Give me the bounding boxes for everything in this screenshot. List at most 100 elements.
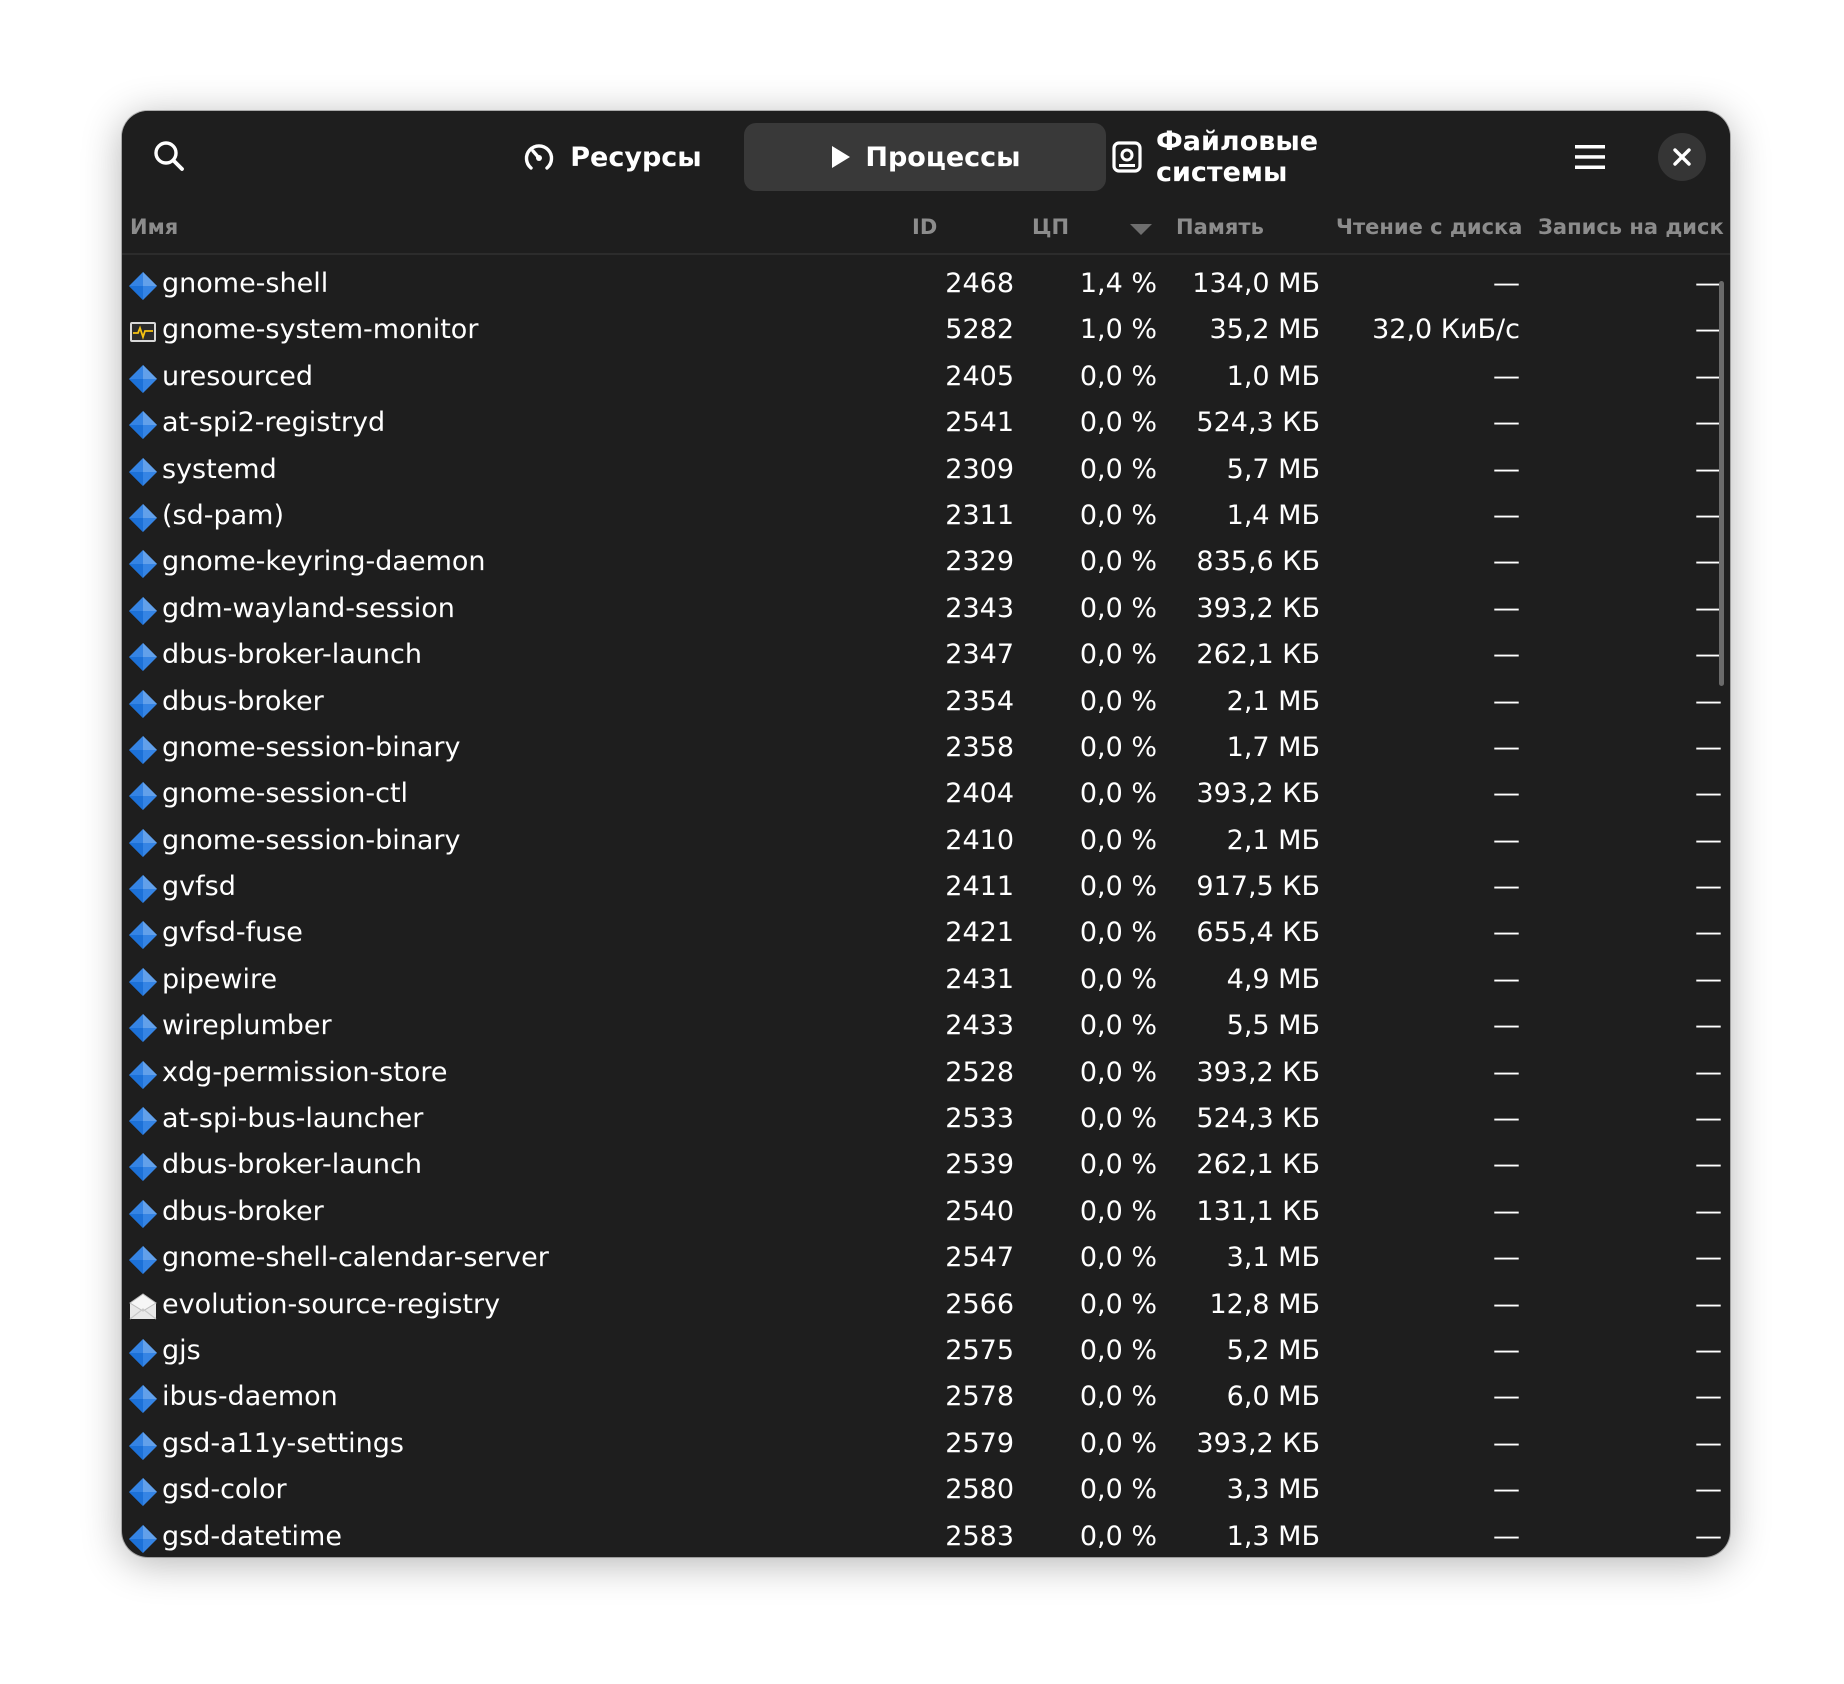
process-id: 2405 [945,360,1014,392]
app-generic-icon [129,272,157,300]
process-disk-write: — [1695,499,1722,531]
header-bar: Ресурсы Процессы Файловые системы [122,111,1730,203]
process-memory: 393,2 КБ [1196,592,1320,624]
table-row[interactable]: evolution-source-registry 2566 0,0 % 12,8 М… [122,1284,1730,1330]
process-name: gnome-session-binary [162,824,461,856]
table-row[interactable]: gjs 2575 0,0 % 5,2 МБ — — [122,1330,1730,1376]
table-row[interactable]: gnome-session-ctl 2404 0,0 % 393,2 КБ — — [122,773,1730,819]
process-disk-read: — [1493,453,1520,485]
process-name: gjs [162,1334,201,1366]
process-id: 2468 [945,268,1014,299]
table-row[interactable]: dbus-broker-launch 2539 0,0 % 262,1 КБ — — [122,1144,1730,1190]
app-generic-icon [129,550,157,579]
play-icon [829,145,851,169]
table-row[interactable]: pipewire 2431 0,0 % 4,9 МБ — — [122,959,1730,1005]
column-header-name[interactable]: Имя [130,215,178,239]
main-menu-button[interactable] [1562,129,1618,185]
process-memory: 35,2 МБ [1209,314,1320,346]
sort-descending-icon [1130,224,1152,235]
process-disk-write: — [1695,731,1722,763]
process-memory: 5,7 МБ [1226,453,1320,485]
process-memory: 6,0 МБ [1226,1381,1320,1413]
table-row[interactable]: gsd-datetime 2583 0,0 % 1,3 МБ — — [122,1516,1730,1557]
process-id: 2566 [945,1288,1014,1320]
process-id: 2533 [945,1103,1014,1135]
table-row[interactable]: gnome-session-binary 2358 0,0 % 1,7 МБ — — [122,727,1730,773]
table-row[interactable]: wireplumber 2433 0,0 % 5,5 МБ — — [122,1005,1730,1051]
table-row[interactable]: at-spi-bus-launcher 2533 0,0 % 524,3 КБ — — [122,1098,1730,1144]
app-generic-icon [129,503,157,532]
process-cpu: 0,0 % [1079,824,1157,856]
table-row[interactable]: uresourced 2405 0,0 % 1,0 МБ — — [122,356,1730,402]
process-id: 2431 [945,963,1014,995]
close-button[interactable] [1658,133,1706,181]
process-name: dbus-broker [162,685,324,717]
app-generic-icon [129,735,157,764]
process-name: gvfsd-fuse [162,917,303,949]
process-cpu: 0,0 % [1079,1242,1157,1274]
process-cpu: 0,0 % [1079,1103,1157,1135]
process-id: 2579 [945,1427,1014,1459]
table-row[interactable]: gdm-wayland-session 2343 0,0 % 393,2 КБ — — [122,588,1730,634]
process-disk-read: 32,0 КиБ/с [1372,314,1520,346]
column-header-disk-read[interactable]: Чтение с диска [1336,215,1522,239]
process-cpu: 0,0 % [1079,778,1157,810]
table-row[interactable]: at-spi2-registryd 2541 0,0 % 524,3 КБ — — [122,402,1730,448]
table-row[interactable]: systemd 2309 0,0 % 5,7 МБ — — [122,449,1730,495]
table-row[interactable]: dbus-broker-launch 2347 0,0 % 262,1 КБ — — [122,634,1730,680]
process-id: 2354 [945,685,1014,717]
table-row[interactable]: (sd-pam) 2311 0,0 % 1,4 МБ — — [122,495,1730,541]
table-row[interactable]: gvfsd 2411 0,0 % 917,5 КБ — — [122,866,1730,912]
table-row[interactable]: gsd-color 2580 0,0 % 3,3 МБ — — [122,1469,1730,1515]
process-name: wireplumber [162,1010,332,1042]
process-id: 2309 [945,453,1014,485]
process-cpu: 0,0 % [1079,1474,1157,1506]
column-header-id[interactable]: ID [912,215,937,239]
table-row[interactable]: xdg-permission-store 2528 0,0 % 393,2 КБ — — [122,1052,1730,1098]
table-row[interactable]: gnome-shell 2468 1,4 % 134,0 МБ — — [122,263,1730,309]
tab-resources[interactable]: Ресурсы [462,123,762,191]
process-cpu: 0,0 % [1079,1520,1157,1552]
app-generic-icon [129,1524,157,1553]
table-row[interactable]: gsd-a11y-settings 2579 0,0 % 393,2 КБ — — [122,1423,1730,1469]
app-generic-icon [129,596,157,625]
table-row[interactable]: ibus-daemon 2578 0,0 % 6,0 МБ — — [122,1376,1730,1422]
process-memory: 917,5 КБ [1196,871,1320,903]
tab-file-systems-label: Файловые системы [1156,126,1319,188]
process-disk-write: — [1695,1520,1722,1552]
process-id: 5282 [945,314,1014,346]
column-header-disk-write[interactable]: Запись на диск [1538,215,1724,239]
process-name: uresourced [162,360,314,392]
app-generic-icon [129,1385,157,1414]
table-row[interactable]: gnome-system-monitor 5282 1,0 % 35,2 МБ 32,0… [122,309,1730,355]
app-generic-icon [129,1431,157,1460]
process-cpu: 0,0 % [1079,639,1157,671]
process-disk-read: — [1493,685,1520,717]
process-disk-read: — [1493,546,1520,578]
app-generic-icon [129,875,157,904]
process-name: evolution-source-registry [162,1288,501,1320]
table-row[interactable]: gnome-session-binary 2410 0,0 % 2,1 МБ — — [122,820,1730,866]
tab-processes[interactable]: Процессы [744,123,1106,191]
process-id: 2583 [945,1520,1014,1552]
app-generic-icon [129,921,157,950]
tab-file-systems[interactable]: Файловые системы [1112,123,1452,191]
process-cpu: 0,0 % [1079,1334,1157,1366]
table-row[interactable]: gvfsd-fuse 2421 0,0 % 655,4 КБ — — [122,912,1730,958]
process-memory: 1,7 МБ [1226,731,1320,763]
column-header-memory[interactable]: Память [1176,215,1264,239]
process-memory: 2,1 МБ [1226,824,1320,856]
process-disk-read: — [1493,1474,1520,1506]
vertical-scrollbar[interactable] [1719,281,1724,686]
app-generic-icon [129,411,157,440]
process-name: ibus-daemon [162,1381,338,1413]
table-row[interactable]: dbus-broker 2540 0,0 % 131,1 КБ — — [122,1191,1730,1237]
process-id: 2411 [945,871,1014,903]
process-memory: 1,3 МБ [1226,1520,1320,1552]
table-row[interactable]: gnome-keyring-daemon 2329 0,0 % 835,6 КБ — — [122,541,1730,587]
table-row[interactable]: dbus-broker 2354 0,0 % 2,1 МБ — — [122,681,1730,727]
column-header-cpu[interactable]: ЦП [1032,215,1069,239]
search-button[interactable] [140,127,198,185]
table-row[interactable]: gnome-shell-calendar-server 2547 0,0 % 3,1 … [122,1237,1730,1283]
process-memory: 3,3 МБ [1226,1474,1320,1506]
